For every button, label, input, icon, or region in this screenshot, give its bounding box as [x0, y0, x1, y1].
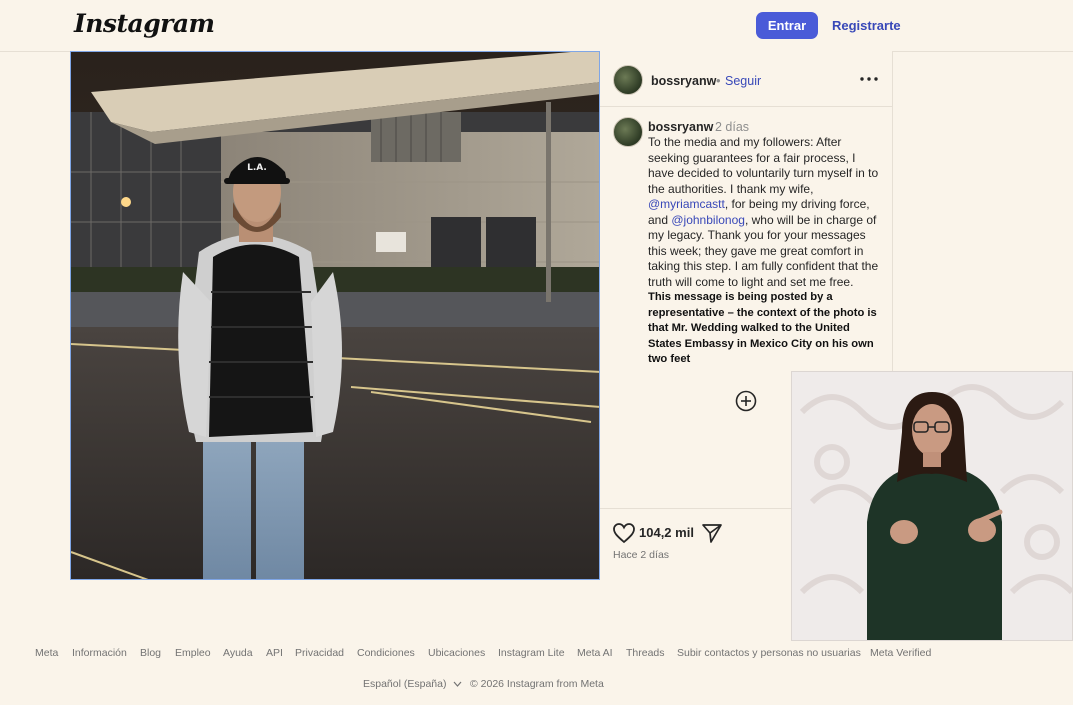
caption-context-note: This message is being posted by a repres…	[648, 291, 877, 365]
follow-button[interactable]: Seguir	[725, 74, 761, 88]
register-link[interactable]: Registrarte	[832, 18, 901, 33]
footer-link-blog[interactable]: Blog	[140, 647, 161, 659]
caption-time[interactable]: 2 días	[715, 120, 749, 134]
footer-link-meta-ai[interactable]: Meta AI	[577, 647, 613, 659]
caption-text: To the media and my followers: After see…	[648, 135, 879, 196]
post-username[interactable]: bossryanw	[651, 74, 716, 88]
footer-link-terms[interactable]: Condiciones	[357, 647, 415, 659]
sign-language-interpreter-video	[791, 371, 1073, 641]
chevron-down-icon	[453, 681, 462, 687]
footer-link-jobs[interactable]: Empleo	[175, 647, 211, 659]
footer-link-meta[interactable]: Meta	[35, 647, 58, 659]
language-label: Español (España)	[363, 678, 447, 690]
post-timestamp[interactable]: Hace 2 días	[613, 549, 669, 561]
login-button[interactable]: Entrar	[756, 12, 818, 39]
footer-link-threads[interactable]: Threads	[626, 647, 665, 659]
top-bar: Instagram Entrar Registrarte	[0, 0, 1073, 52]
footer-link-help[interactable]: Ayuda	[223, 647, 253, 659]
add-comment-icon[interactable]	[735, 390, 757, 412]
copyright: © 2026 Instagram from Meta	[470, 678, 604, 690]
separator-dot: •	[716, 73, 721, 88]
mention-link[interactable]: @myriamcastt	[648, 197, 725, 211]
hat-text: L.A.	[247, 163, 267, 173]
more-options-icon[interactable]	[858, 69, 880, 89]
language-selector[interactable]: Español (España)	[363, 678, 462, 690]
footer-link-info[interactable]: Información	[72, 647, 127, 659]
share-icon[interactable]	[701, 522, 723, 544]
post-header: bossryanw • Seguir	[600, 51, 892, 107]
mention-link[interactable]: @johnbilonog	[671, 213, 745, 227]
post-photo[interactable]: L.A.	[70, 51, 600, 580]
footer-link-privacy[interactable]: Privacidad	[295, 647, 344, 659]
caption-username[interactable]: bossryanw	[648, 120, 713, 134]
post-caption: To the media and my followers: After see…	[648, 135, 880, 290]
footer-link-upload-contacts[interactable]: Subir contactos y personas no usuarias	[677, 647, 861, 659]
heart-icon[interactable]	[612, 522, 636, 544]
caption-avatar[interactable]	[613, 117, 643, 147]
footer-links: Meta Información Blog Empleo Ayuda API P…	[0, 647, 1073, 661]
footer-link-instagram-lite[interactable]: Instagram Lite	[498, 647, 565, 659]
footer-link-api[interactable]: API	[266, 647, 283, 659]
footer-link-meta-verified[interactable]: Meta Verified	[870, 647, 931, 659]
like-count[interactable]: 104,2 mil	[639, 525, 694, 540]
instagram-logo[interactable]: Instagram	[74, 9, 215, 38]
avatar[interactable]	[613, 65, 643, 95]
footer-link-locations[interactable]: Ubicaciones	[428, 647, 485, 659]
